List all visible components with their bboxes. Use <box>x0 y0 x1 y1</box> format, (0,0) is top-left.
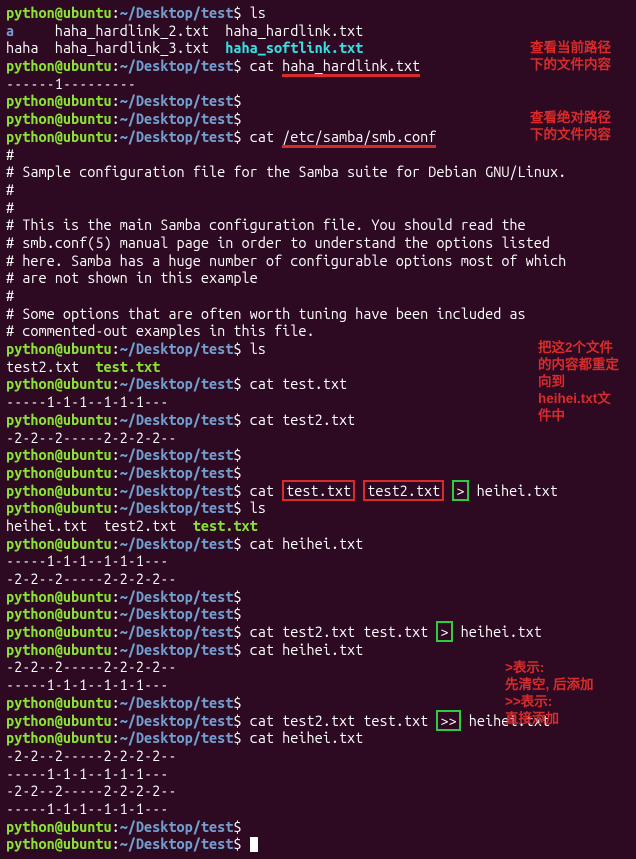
file-output: # <box>6 287 630 305</box>
annotation-redirect-meaning: >表示: 先清空, 后添加 >>表示: 直接添加 <box>505 660 594 728</box>
prompt-line: python@ubuntu:~/Desktop/test$ <box>6 446 630 464</box>
cmd-cat: cat test.txt <box>242 375 348 392</box>
prompt-line: python@ubuntu:~/Desktop/test$ ls <box>6 340 630 358</box>
ls-output: heihei.txt test2.txt test.txt <box>6 517 630 535</box>
cmd-cat: cat test2.txt <box>242 411 356 428</box>
redirect-gtgt: >> <box>436 710 460 731</box>
annotation-abs-path: 查看绝对路径 下的文件内容 <box>530 110 611 144</box>
cmd-ls: ls <box>242 4 266 21</box>
annotation-current-path: 查看当前路径 下的文件内容 <box>530 40 611 74</box>
file-output: # This is the main Samba configuration f… <box>6 216 630 234</box>
file-output: # <box>6 199 630 217</box>
annotation-redirect-files: 把这2个文件 的内容都重定 向到 heihei.txt文 件中 <box>538 340 619 424</box>
cat-arg: haha_hardlink.txt <box>282 57 420 77</box>
redirect-gt: > <box>436 621 452 642</box>
file-output: -----1-1-1--1-1-1--- <box>6 800 630 818</box>
cat-arg-abs: /etc/samba/smb.conf <box>282 128 436 148</box>
ls-output: a haha_hardlink_2.txt haha_hardlink.txt <box>6 22 630 40</box>
file-output: # Sample configuration file for the Samb… <box>6 163 630 181</box>
prompt-line: python@ubuntu:~/Desktop/test$ <box>6 92 630 110</box>
arg-test-txt: test.txt <box>282 480 355 501</box>
prompt-line: python@ubuntu:~/Desktop/test$ cat test.t… <box>6 375 630 393</box>
terminal-window[interactable]: python@ubuntu:~/Desktop/test$ ls a haha_… <box>0 0 636 859</box>
file-output: -----1-1-1--1-1-1--- <box>6 552 630 570</box>
prompt-line: python@ubuntu:~/Desktop/test$ <box>6 818 630 836</box>
file-output: -2-2--2-----2-2-2-2-- <box>6 747 630 765</box>
prompt-line-redirect: python@ubuntu:~/Desktop/test$ cat test2.… <box>6 623 630 641</box>
arg-test2-txt: test2.txt <box>363 480 444 501</box>
file-output: -2-2--2-----2-2-2-2-- <box>6 570 630 588</box>
file-output: # <box>6 146 630 164</box>
file-output: # Some options that are often worth tuni… <box>6 305 630 323</box>
softlink-name: haha_softlink.txt <box>225 39 363 56</box>
file-output: ------1--------- <box>6 75 630 93</box>
prompt-line: python@ubuntu:~/Desktop/test$ <box>6 464 630 482</box>
file-output: -----1-1-1--1-1-1--- <box>6 393 630 411</box>
file-output: -2-2--2-----2-2-2-2-- <box>6 429 630 447</box>
prompt-line: python@ubuntu:~/Desktop/test$ cat heihei… <box>6 535 630 553</box>
ls-output: test2.txt test.txt <box>6 358 630 376</box>
file-output: # are not shown in this example <box>6 269 630 287</box>
file-output: # smb.conf(5) manual page in order to un… <box>6 234 630 252</box>
prompt-line: python@ubuntu:~/Desktop/test$ <box>6 588 630 606</box>
prompt-line: python@ubuntu:~/Desktop/test$ cat test2.… <box>6 411 630 429</box>
cursor-icon <box>250 837 258 852</box>
cmd-cat: cat heihei.txt <box>242 535 364 552</box>
file-output: -2-2--2-----2-2-2-2-- <box>6 782 630 800</box>
user-host: python@ubuntu <box>6 4 112 21</box>
prompt-line: python@ubuntu:~/Desktop/test$ cat heihei… <box>6 729 630 747</box>
prompt-line-redirect: python@ubuntu:~/Desktop/test$ cat test.t… <box>6 482 630 500</box>
file-output: # <box>6 181 630 199</box>
cmd-ls: ls <box>242 340 266 357</box>
file-output: -----1-1-1--1-1-1--- <box>6 765 630 783</box>
prompt-line: python@ubuntu:~/Desktop/test$ ls <box>6 499 630 517</box>
redirect-gt: > <box>452 480 468 501</box>
prompt-line-active[interactable]: python@ubuntu:~/Desktop/test$ <box>6 835 630 853</box>
prompt-line: python@ubuntu:~/Desktop/test$ ls <box>6 4 630 22</box>
prompt-line: python@ubuntu:~/Desktop/test$ <box>6 605 630 623</box>
prompt-line: python@ubuntu:~/Desktop/test$ cat heihei… <box>6 641 630 659</box>
file-output: # commented-out examples in this file. <box>6 322 630 340</box>
file-output: # here. Samba has a huge number of confi… <box>6 252 630 270</box>
